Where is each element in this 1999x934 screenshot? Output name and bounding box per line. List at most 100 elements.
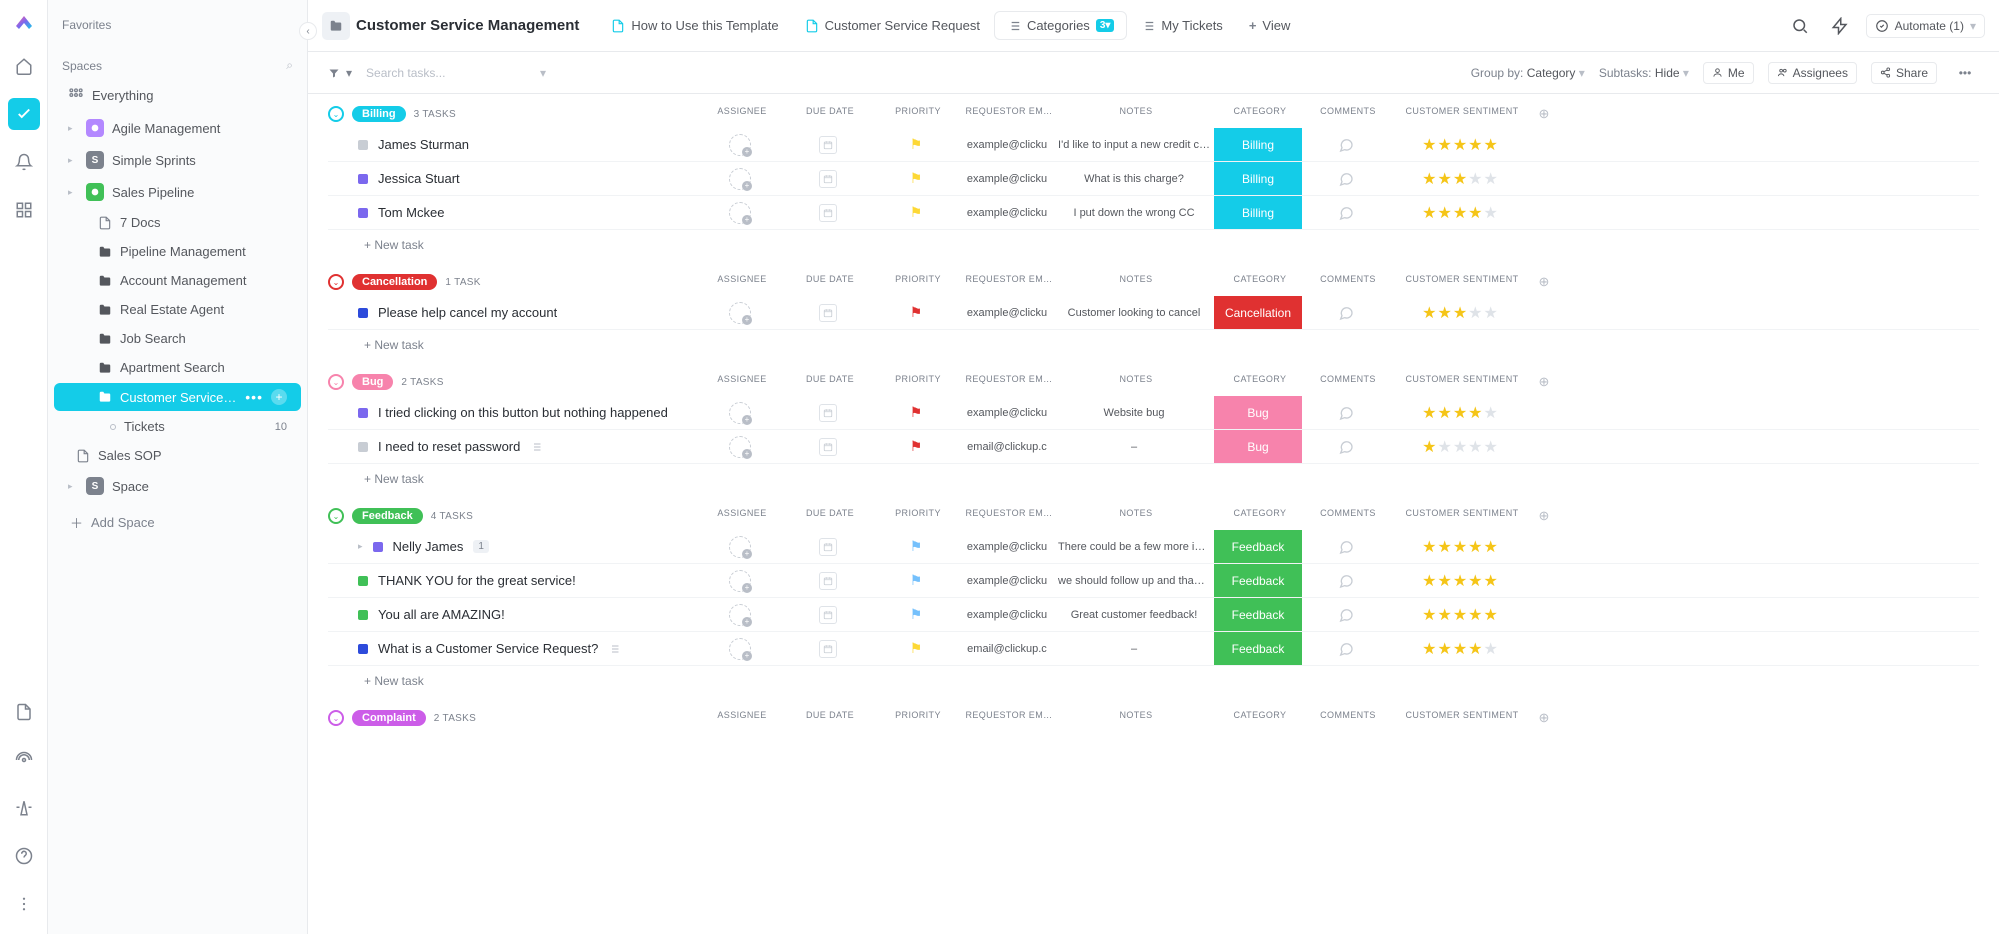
sidebar-item-4[interactable]: Pipeline Management [54,238,301,265]
column-head[interactable]: NOTES [1056,710,1216,726]
apps-icon[interactable] [8,194,40,226]
column-head[interactable]: DUE DATE [786,106,874,122]
group-chip[interactable]: Complaint [352,710,426,726]
column-head[interactable]: REQUESTOR EM… [962,508,1056,524]
column-head[interactable]: ASSIGNEE [698,374,786,390]
new-task-button[interactable]: + New task [328,464,1979,486]
assignee-cell[interactable] [696,598,784,631]
more-options-icon[interactable]: ••• [1951,59,1979,87]
add-column-icon[interactable]: ⊕ [1532,274,1556,290]
column-head[interactable]: PRIORITY [874,508,962,524]
comments-cell[interactable] [1302,530,1390,563]
task-row[interactable]: ▸Nelly James1⚑example@clickuThere could … [328,530,1979,564]
email-cell[interactable]: example@clicku [960,530,1054,563]
category-cell[interactable]: Cancellation [1214,296,1302,329]
sentiment-cell[interactable]: ★★★★★ [1390,162,1530,195]
column-head[interactable]: DUE DATE [786,274,874,290]
docs-icon[interactable] [8,696,40,728]
favorites-section[interactable]: Favorites [48,12,307,38]
comments-cell[interactable] [1302,564,1390,597]
category-cell[interactable]: Feedback [1214,530,1302,563]
column-head[interactable]: CATEGORY [1216,508,1304,524]
group-chip[interactable]: Bug [352,374,393,390]
column-head[interactable]: ASSIGNEE [698,508,786,524]
notes-cell[interactable]: – [1054,632,1214,665]
task-name[interactable]: Please help cancel my account [378,305,557,320]
column-head[interactable]: CUSTOMER SENTIMENT [1392,106,1532,122]
status-icon[interactable] [358,442,368,452]
column-head[interactable]: ASSIGNEE [698,710,786,726]
collapse-group-icon[interactable]: ⌄ [328,106,344,122]
priority-cell[interactable]: ⚑ [872,598,960,631]
help-icon[interactable] [8,840,40,872]
group-chip[interactable]: Billing [352,106,406,122]
column-head[interactable]: DUE DATE [786,508,874,524]
add-icon[interactable]: + [271,389,287,405]
column-head[interactable]: CUSTOMER SENTIMENT [1392,710,1532,726]
notes-cell[interactable]: What is this charge? [1054,162,1214,195]
column-head[interactable]: COMMENTS [1304,508,1392,524]
sidebar-item-11[interactable]: Sales SOP [54,442,301,469]
task-row[interactable]: I tried clicking on this button but noth… [328,396,1979,430]
new-task-button[interactable]: + New task [328,330,1979,352]
more-icon[interactable] [8,888,40,920]
duedate-cell[interactable] [784,162,872,195]
column-head[interactable]: REQUESTOR EM… [962,274,1056,290]
sidebar-item-5[interactable]: Account Management [54,267,301,294]
filter-button[interactable]: ▾ [328,66,352,80]
assignee-cell[interactable] [696,296,784,329]
notes-cell[interactable]: we should follow up and than… [1054,564,1214,597]
notes-cell[interactable]: I put down the wrong CC [1054,196,1214,229]
automate-button[interactable]: Automate (1)▾ [1866,14,1985,38]
comments-cell[interactable] [1302,632,1390,665]
item-menu-icon[interactable]: ••• [245,389,263,405]
priority-cell[interactable]: ⚑ [872,128,960,161]
comments-cell[interactable] [1302,196,1390,229]
email-cell[interactable]: example@clicku [960,564,1054,597]
category-cell[interactable]: Feedback [1214,632,1302,665]
column-head[interactable]: COMMENTS [1304,710,1392,726]
category-cell[interactable]: Billing [1214,196,1302,229]
column-head[interactable]: CUSTOMER SENTIMENT [1392,508,1532,524]
assignee-cell[interactable] [696,430,784,463]
email-cell[interactable]: example@clicku [960,196,1054,229]
tab-1[interactable]: Customer Service Request [793,11,992,40]
sentiment-cell[interactable]: ★★★★★ [1390,632,1530,665]
sentiment-cell[interactable]: ★★★★★ [1390,530,1530,563]
notes-cell[interactable]: – [1054,430,1214,463]
priority-cell[interactable]: ⚑ [872,564,960,597]
column-head[interactable]: REQUESTOR EM… [962,374,1056,390]
sidebar-item-7[interactable]: Job Search [54,325,301,352]
collapse-group-icon[interactable]: ⌄ [328,374,344,390]
subtask-badge[interactable]: 1 [473,540,489,553]
task-name[interactable]: THANK YOU for the great service! [378,573,576,588]
assignee-cell[interactable] [696,128,784,161]
duedate-cell[interactable] [784,632,872,665]
groupby-dropdown[interactable]: Group by: Category ▾ [1471,66,1585,80]
new-task-button[interactable]: + New task [328,666,1979,688]
task-row[interactable]: You all are AMAZING!⚑example@clickuGreat… [328,598,1979,632]
collapse-group-icon[interactable]: ⌄ [328,508,344,524]
status-icon[interactable] [358,140,368,150]
group-chip[interactable]: Feedback [352,508,423,524]
sidebar-item-1[interactable]: SSimple Sprints [54,145,301,175]
search-spaces-icon[interactable]: ⌕ [286,58,293,73]
notifications-icon[interactable] [8,146,40,178]
task-row[interactable]: What is a Customer Service Request?⚑emai… [328,632,1979,666]
doc-icon[interactable] [608,643,620,655]
email-cell[interactable]: example@clicku [960,128,1054,161]
column-head[interactable]: COMMENTS [1304,274,1392,290]
tab-3[interactable]: My Tickets [1129,11,1234,40]
sentiment-cell[interactable]: ★★★★★ [1390,128,1530,161]
status-icon[interactable] [358,208,368,218]
task-row[interactable]: James Sturman⚑example@clickuI'd like to … [328,128,1979,162]
notes-cell[interactable]: Website bug [1054,396,1214,429]
column-head[interactable]: REQUESTOR EM… [962,106,1056,122]
comments-cell[interactable] [1302,296,1390,329]
sidebar-item-10[interactable]: Tickets10 [54,413,301,440]
task-name[interactable]: James Sturman [378,137,469,152]
sidebar-item-3[interactable]: 7 Docs [54,209,301,236]
column-head[interactable]: NOTES [1056,508,1216,524]
sidebar-item-8[interactable]: Apartment Search [54,354,301,381]
column-head[interactable]: CATEGORY [1216,374,1304,390]
